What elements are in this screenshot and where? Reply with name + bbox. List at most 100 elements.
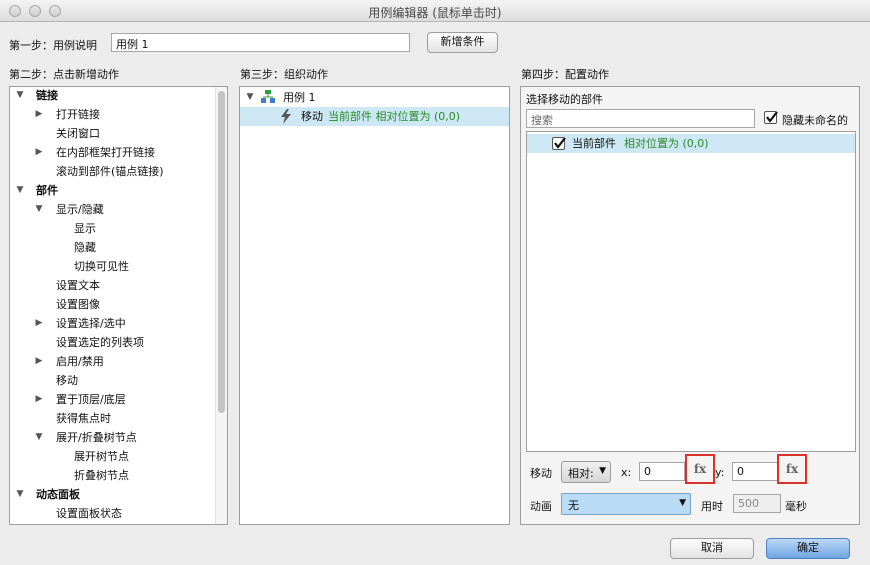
action-item-label: 显示 — [74, 222, 96, 235]
action-item[interactable]: 关闭窗口 — [10, 124, 210, 143]
duration-label: 用时 — [701, 500, 723, 513]
chevron-down-icon: ▼ — [599, 466, 606, 476]
cancel-button[interactable]: 取消 — [670, 538, 754, 559]
collapse-triangle-icon[interactable]: ▼ — [34, 200, 44, 219]
select-widget-label: 选择移动的部件 — [526, 93, 603, 106]
action-item-label: 关闭窗口 — [56, 127, 100, 140]
hide-unnamed-label: 隐藏未命名的 — [782, 114, 848, 127]
widget-list[interactable]: 当前部件 相对位置为 (0,0) — [526, 131, 856, 452]
x-label: x: — [621, 466, 632, 479]
step4-label: 第四步：配置动作 — [521, 68, 609, 81]
add-condition-button[interactable]: 新增条件 — [427, 32, 498, 53]
action-item[interactable]: ▼ 链接 — [10, 87, 210, 105]
action-item-label: 链接 — [36, 89, 58, 102]
action-item[interactable]: 切换可见性 — [10, 257, 210, 276]
action-item-label: 设置面板状态 — [56, 507, 122, 520]
collapse-triangle-icon[interactable]: ▼ — [15, 181, 25, 200]
scrollbar-thumb[interactable] — [218, 91, 225, 413]
widget-checkbox[interactable] — [552, 137, 566, 150]
action-item[interactable]: ▶ 设置选择/选中 — [10, 314, 210, 333]
expand-triangle-icon[interactable]: ▶ — [34, 390, 44, 409]
action-item[interactable]: 获得焦点时 — [10, 409, 210, 428]
action-item-label: 滚动到部件(锚点链接) — [56, 165, 164, 178]
configure-action-panel: 选择移动的部件 搜索 隐藏未命名的 当前部件 相对位置为 (0,0) 移动 相对… — [520, 86, 860, 525]
move-mode-select[interactable]: 相对: ▼ — [561, 461, 611, 483]
widget-name: 当前部件 — [572, 137, 616, 150]
lightning-icon — [281, 109, 291, 124]
action-item[interactable]: 设置文本 — [10, 276, 210, 295]
action-item-label: 在内部框架打开链接 — [56, 146, 155, 159]
action-item-label: 展开树节点 — [74, 450, 129, 463]
title-bar: 用例编辑器 (鼠标单击时) — [0, 0, 870, 22]
collapse-triangle-icon[interactable]: ▼ — [34, 428, 44, 447]
action-item[interactable]: 设置选定的列表项 — [10, 333, 210, 352]
checkmark-icon — [554, 137, 566, 149]
expand-triangle-icon[interactable]: ▶ — [34, 105, 44, 124]
action-item[interactable]: 移动 — [10, 371, 210, 390]
case-description-input[interactable]: 用例 1 — [111, 33, 410, 52]
x-fx-button[interactable]: fx — [685, 454, 715, 484]
case-row[interactable]: ▼ 用例 1 — [240, 88, 509, 107]
action-item-label: 获得焦点时 — [56, 412, 111, 425]
organize-actions-panel[interactable]: ▼ 用例 1 移动 当前部件 相对位置为 (0,0) — [239, 86, 510, 525]
hide-unnamed-checkbox[interactable] — [764, 111, 778, 124]
x-input[interactable]: 0 — [639, 462, 685, 481]
action-item[interactable]: 显示 — [10, 219, 210, 238]
action-item[interactable]: ▼ 显示/隐藏 — [10, 200, 210, 219]
duration-input[interactable]: 500 — [733, 494, 781, 513]
step2-label: 第二步：点击新增动作 — [9, 68, 119, 81]
action-item[interactable]: ▼ 动态面板 — [10, 485, 210, 504]
collapse-triangle-icon[interactable]: ▼ — [15, 485, 25, 504]
action-item-label: 显示/隐藏 — [56, 203, 104, 216]
animation-value: 无 — [568, 499, 579, 512]
action-item[interactable]: 折叠树节点 — [10, 466, 210, 485]
actions-tree-scrollbar[interactable] — [215, 87, 227, 524]
action-row-move[interactable]: 移动 当前部件 相对位置为 (0,0) — [240, 107, 509, 126]
action-item[interactable]: ▶ 打开链接 — [10, 105, 210, 124]
move-mode-value: 相对: — [568, 467, 594, 480]
action-item-label: 折叠树节点 — [74, 469, 129, 482]
action-verb: 移动 — [301, 110, 323, 123]
expand-triangle-icon[interactable]: ▶ — [34, 352, 44, 371]
expand-triangle-icon[interactable]: ▶ — [34, 143, 44, 162]
collapse-triangle-icon[interactable]: ▼ — [245, 88, 255, 107]
action-item-label: 设置选定的列表项 — [56, 336, 144, 349]
action-item-label: 设置图像 — [56, 298, 100, 311]
animation-select[interactable]: 无 ▼ — [561, 493, 691, 515]
expand-triangle-icon[interactable]: ▶ — [34, 314, 44, 333]
action-item-label: 启用/禁用 — [56, 355, 104, 368]
action-item-label: 移动 — [56, 374, 78, 387]
chevron-down-icon: ▼ — [679, 498, 686, 508]
step3-label: 第三步：组织动作 — [240, 68, 328, 81]
action-item[interactable]: 设置面板状态 — [10, 504, 210, 523]
action-item[interactable]: ▶ 置于顶层/底层 — [10, 390, 210, 409]
y-label: y: — [715, 466, 725, 479]
action-item[interactable]: ▼ 展开/折叠树节点 — [10, 428, 210, 447]
action-item-label: 设置选择/选中 — [56, 317, 126, 330]
widget-detail: 相对位置为 (0,0) — [624, 137, 709, 150]
actions-tree[interactable]: ▼ 链接 ▶ 打开链接 关闭窗口 ▶ 在内部框架打开链接 滚动到部件(锚点链接) ▼ 部件 ▼ 显示/… — [9, 86, 228, 525]
ms-label: 毫秒 — [785, 500, 807, 513]
collapse-triangle-icon[interactable]: ▼ — [15, 87, 25, 105]
action-item[interactable]: ▼ 部件 — [10, 181, 210, 200]
case-tree-icon — [261, 90, 275, 103]
action-item[interactable]: 设置图像 — [10, 295, 210, 314]
y-fx-button[interactable]: fx — [777, 454, 807, 484]
ok-button[interactable]: 确定 — [766, 538, 850, 559]
widget-search-input[interactable]: 搜索 — [526, 109, 755, 128]
action-item[interactable]: 滚动到部件(锚点链接) — [10, 162, 210, 181]
fx-icon: fx — [785, 462, 799, 476]
action-item-label: 动态面板 — [36, 488, 80, 501]
action-item[interactable]: ▶ 在内部框架打开链接 — [10, 143, 210, 162]
action-item[interactable]: ▶ 启用/禁用 — [10, 352, 210, 371]
case-label: 用例 1 — [283, 91, 316, 104]
move-label: 移动 — [530, 467, 552, 480]
action-item[interactable]: 展开树节点 — [10, 447, 210, 466]
y-input[interactable]: 0 — [732, 462, 778, 481]
action-item-label: 展开/折叠树节点 — [56, 431, 137, 444]
action-item-label: 打开链接 — [56, 108, 100, 121]
action-item-label: 置于顶层/底层 — [56, 393, 126, 406]
action-item-label: 设置文本 — [56, 279, 100, 292]
widget-row-current[interactable]: 当前部件 相对位置为 (0,0) — [527, 134, 855, 153]
action-item[interactable]: 隐藏 — [10, 238, 210, 257]
